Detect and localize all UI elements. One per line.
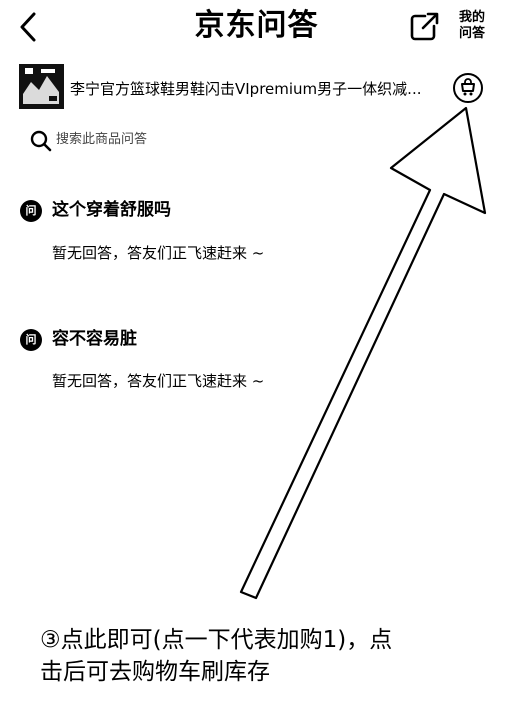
- share-icon[interactable]: [409, 10, 439, 42]
- my-qa-button[interactable]: 我的 问答: [452, 10, 492, 42]
- cart-icon: [461, 78, 475, 96]
- answer-placeholder: 暂无回答，答友们正飞速赶来 ~: [52, 244, 265, 262]
- add-to-cart-button[interactable]: [453, 73, 483, 103]
- my-qa-label-line1: 我的: [458, 10, 485, 25]
- question-badge-icon: 问: [20, 200, 42, 222]
- my-qa-label-line2: 问答: [458, 26, 485, 41]
- question-text[interactable]: 这个穿着舒服吗: [52, 198, 171, 222]
- product-thumbnail[interactable]: [19, 64, 64, 109]
- search-icon[interactable]: [30, 130, 52, 152]
- question-badge-icon: 问: [20, 329, 42, 351]
- product-title[interactable]: 李宁官方篮球鞋男鞋闪击VIpremium男子一体织减...: [70, 78, 450, 100]
- annotation-line2: 击后可去购物车刷库存: [40, 659, 270, 685]
- annotation-line1: ③点此即可(点一下代表加购1)，点: [40, 627, 393, 653]
- answer-placeholder: 暂无回答，答友们正飞速赶来 ~: [52, 372, 265, 390]
- annotation-arrow: [239, 106, 487, 600]
- annotation-text: ③点此即可(点一下代表加购1)，点 击后可去购物车刷库存: [40, 624, 470, 688]
- search-input[interactable]: 搜索此商品问答: [56, 131, 147, 149]
- question-text[interactable]: 容不容易脏: [52, 327, 137, 351]
